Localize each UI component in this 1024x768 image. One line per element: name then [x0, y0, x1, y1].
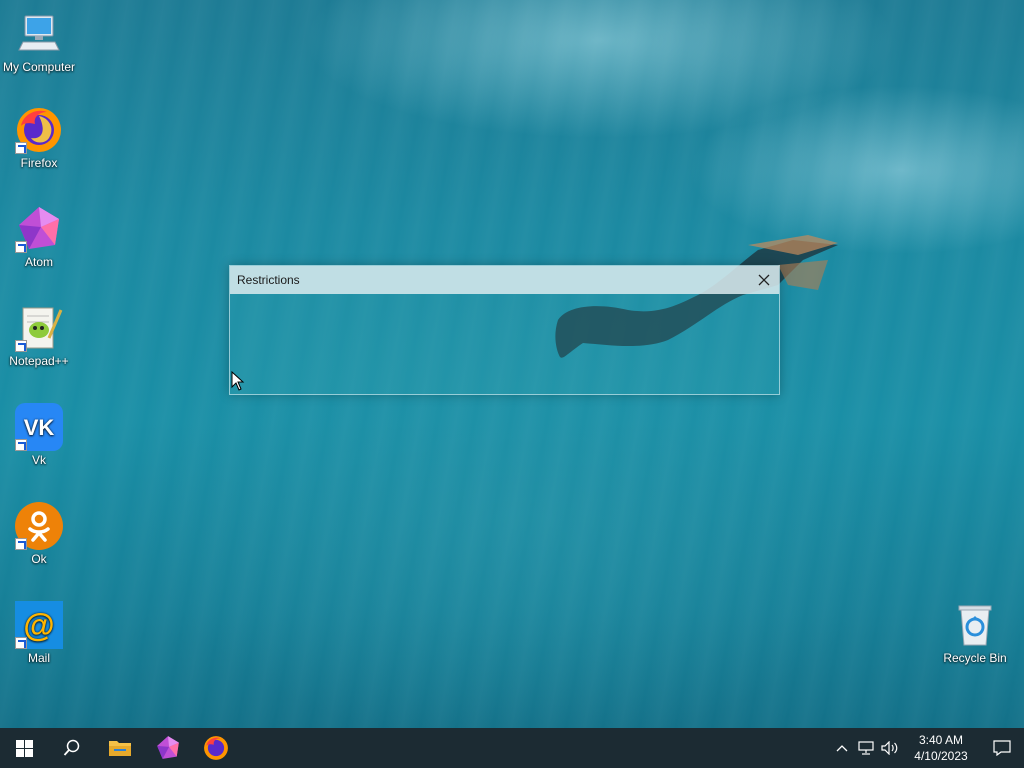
desktop-icon-mail[interactable]: @ Mail [1, 601, 77, 665]
volume-button[interactable] [878, 728, 902, 768]
network-button[interactable] [854, 728, 878, 768]
taskbar-atom[interactable] [144, 728, 192, 768]
mail-icon: @ [15, 601, 63, 649]
mouse-cursor-icon [231, 371, 245, 391]
desktop-icon-vk[interactable]: VK Vk [1, 403, 77, 467]
windows-icon [15, 739, 33, 757]
close-button[interactable] [749, 266, 779, 294]
svg-text:@: @ [23, 607, 54, 643]
firefox-icon [204, 736, 228, 760]
clock-time: 3:40 AM [918, 733, 964, 747]
desktop-icon-label: Atom [24, 255, 53, 269]
dialog-title: Restrictions [237, 273, 300, 287]
recycle-bin-icon [951, 601, 999, 649]
action-center-button[interactable] [980, 728, 1024, 768]
taskbar-file-explorer[interactable] [96, 728, 144, 768]
taskbar: 3:40 AM 4/10/2023 [0, 728, 1024, 768]
shortcut-arrow-icon [15, 439, 27, 451]
desktop-icon-ok[interactable]: Ok [1, 502, 77, 566]
computer-icon [15, 10, 63, 58]
desktop-icon-my-computer[interactable]: My Computer [1, 10, 77, 74]
clock[interactable]: 3:40 AM 4/10/2023 [902, 732, 980, 764]
atom-icon [157, 736, 179, 759]
desktop-icon-recycle-bin[interactable]: Recycle Bin [937, 601, 1013, 665]
folder-icon [109, 741, 131, 756]
ok-icon [15, 502, 63, 550]
desktop-icon-label: Vk [31, 453, 46, 467]
show-hidden-icons-button[interactable] [830, 728, 854, 768]
desktop-icon-label: Mail [27, 651, 50, 665]
system-tray: 3:40 AM 4/10/2023 [830, 728, 1024, 768]
desktop-icon-label: My Computer [2, 60, 76, 74]
start-button[interactable] [0, 728, 48, 768]
desktop-icon-label: Firefox [20, 156, 58, 170]
notepad-plus-plus-icon [15, 304, 63, 352]
shortcut-arrow-icon [15, 538, 27, 550]
close-icon [758, 274, 770, 286]
network-icon [858, 741, 874, 755]
desktop-icon-atom[interactable]: Atom [1, 205, 77, 269]
restrictions-dialog[interactable]: Restrictions [229, 265, 780, 395]
shortcut-arrow-icon [15, 340, 27, 352]
atom-icon [15, 205, 63, 253]
dialog-titlebar[interactable]: Restrictions [230, 266, 779, 294]
shortcut-arrow-icon [15, 637, 27, 649]
svg-text:VK: VK [24, 415, 55, 440]
desktop-icon-label: Recycle Bin [943, 651, 1007, 665]
vk-icon: VK [15, 403, 63, 451]
clock-date: 4/10/2023 [914, 749, 968, 763]
chevron-up-icon [836, 745, 848, 752]
speaker-icon [881, 741, 898, 755]
desktop-icon-label: Notepad++ [9, 354, 69, 368]
search-button[interactable] [48, 728, 96, 768]
desktop-icon-firefox[interactable]: Firefox [1, 106, 77, 170]
shortcut-arrow-icon [15, 142, 27, 154]
desktop-icon-label: Ok [31, 552, 47, 566]
search-icon [63, 739, 80, 756]
dialog-body [230, 294, 779, 392]
taskbar-firefox[interactable] [192, 728, 240, 768]
notification-icon [993, 740, 1011, 756]
shortcut-arrow-icon [15, 241, 27, 253]
desktop-icon-notepad-plus-plus[interactable]: Notepad++ [1, 304, 77, 368]
firefox-icon [15, 106, 63, 154]
